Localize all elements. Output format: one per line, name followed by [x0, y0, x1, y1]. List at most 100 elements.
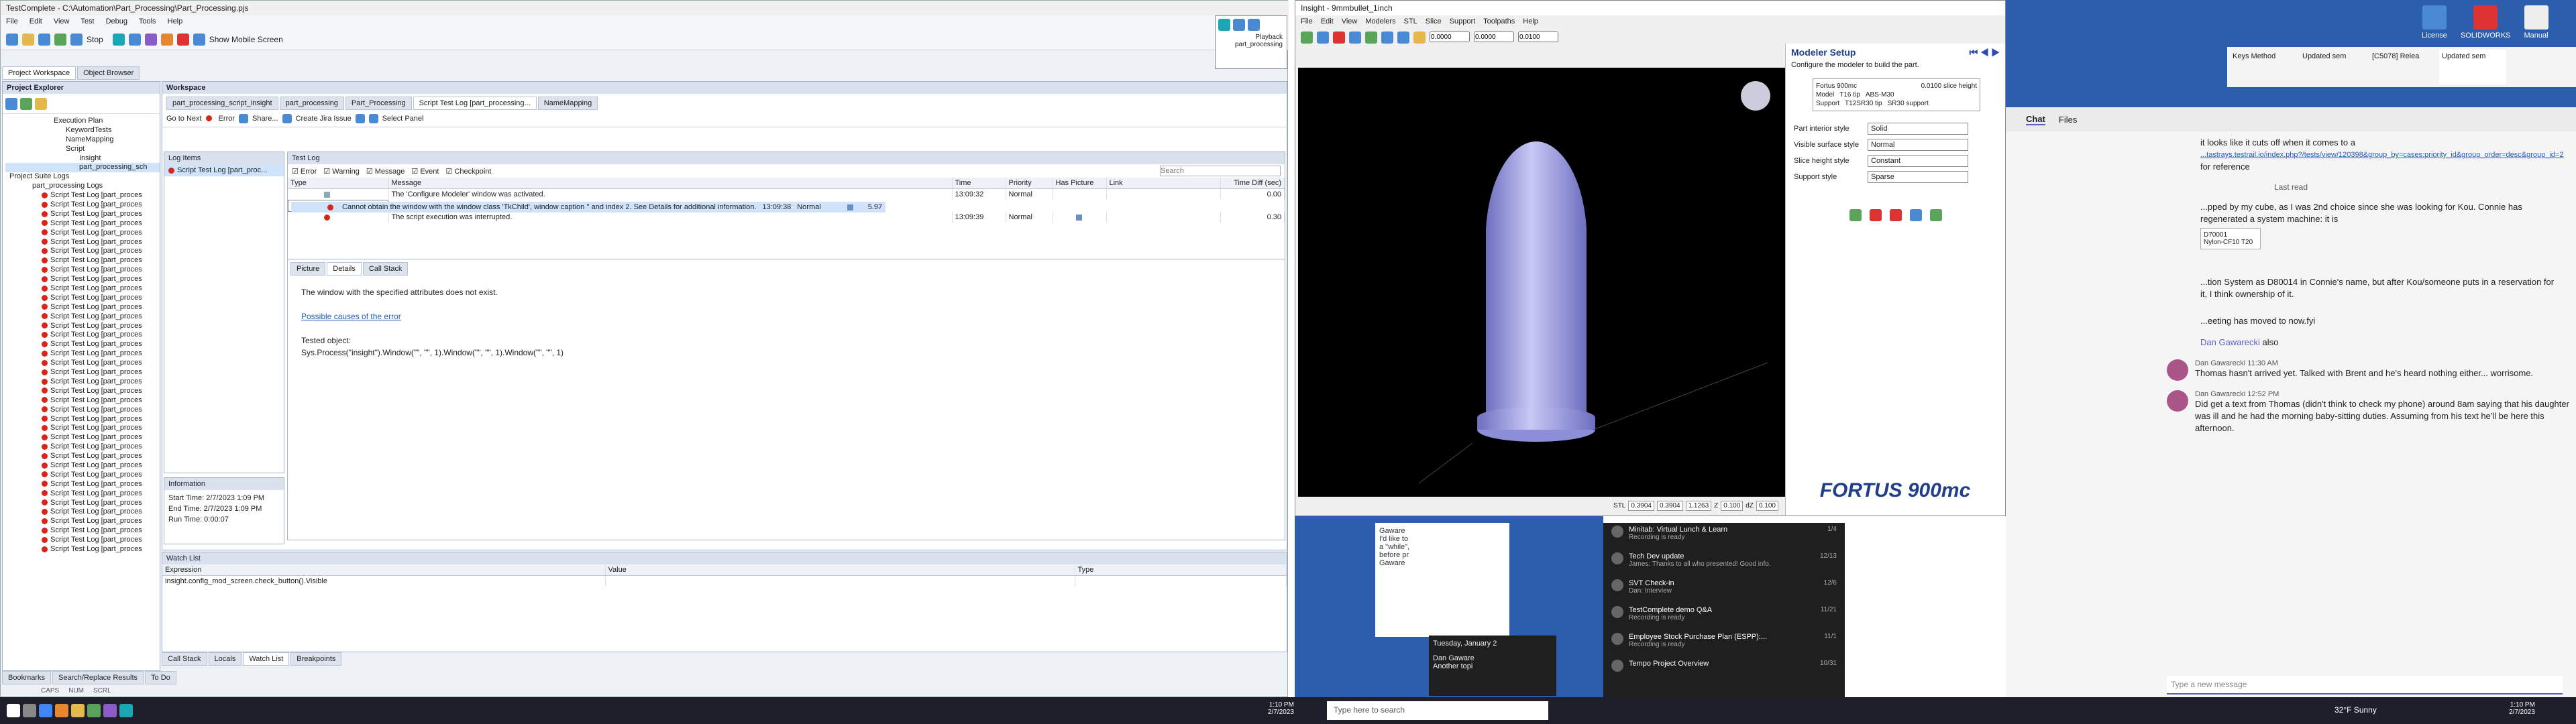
modeler-icon[interactable]: [1849, 209, 1862, 221]
menu-slice[interactable]: Slice: [1426, 17, 1442, 27]
message-link[interactable]: ...tastrays.testrail.io/index.php?/tests…: [2200, 149, 2576, 161]
tree-item[interactable]: Script Test Log [part_proces: [5, 349, 160, 359]
file-explorer-icon[interactable]: [71, 704, 85, 717]
taskbar-search-input[interactable]: Type here to search: [1327, 701, 1548, 720]
log-item-row[interactable]: Script Test Log [part_proc...: [164, 164, 284, 176]
chat-item[interactable]: Employee Stock Purchase Plan (ESPP):... R…: [1611, 633, 1837, 660]
tree-item[interactable]: Script: [5, 145, 160, 154]
col-value[interactable]: Value: [605, 564, 1075, 576]
sender[interactable]: Dan Gaware: [1433, 654, 1552, 662]
tree-item[interactable]: Script Test Log [part_proces: [5, 480, 160, 489]
chat-item[interactable]: Tech Dev update James: Thanks to all who …: [1611, 552, 1837, 579]
tab-namemapping[interactable]: NameMapping: [537, 97, 598, 110]
dz-value[interactable]: 0.100: [1756, 500, 1778, 511]
browser-tab[interactable]: Keys Method: [2230, 50, 2297, 84]
tab-part-processing-2[interactable]: Part_Processing: [345, 97, 412, 110]
task-view-icon[interactable]: [23, 704, 36, 717]
nav-arrows-icon[interactable]: ⏮ ◀ ▶: [1970, 47, 2000, 58]
tree-item[interactable]: Script Test Log [part_proces: [5, 526, 160, 536]
possible-causes-link[interactable]: Possible causes of the error: [301, 310, 1271, 322]
view-icon[interactable]: [1413, 32, 1426, 44]
tree-item[interactable]: Script Test Log [part_proces: [5, 489, 160, 499]
table-row[interactable]: The 'Configure Modeler' window was activ…: [288, 188, 1285, 200]
tab-watch-list[interactable]: Watch List: [243, 652, 290, 666]
testcomplete-icon[interactable]: [119, 704, 133, 717]
tree-item[interactable]: Script Test Log [part_proces: [5, 442, 160, 452]
tree-item[interactable]: Script Test Log [part_proces: [5, 210, 160, 219]
stl-icon[interactable]: [1317, 32, 1329, 44]
firefox-icon[interactable]: [55, 704, 68, 717]
tree-item[interactable]: NameMapping: [5, 135, 160, 145]
open-icon[interactable]: [22, 33, 34, 46]
tree-item[interactable]: Script Test Log [part_proces: [5, 517, 160, 526]
table-row[interactable]: Cannot obtain the window with the window…: [288, 200, 886, 213]
slice-icon[interactable]: [1869, 209, 1882, 221]
stop-icon[interactable]: [70, 33, 83, 46]
tree-item[interactable]: Script Test Log [part_proces: [5, 452, 160, 461]
desktop-icon-solidworks[interactable]: SOLIDWORKS: [2461, 5, 2511, 40]
filter-warning[interactable]: ☑ Warning: [323, 167, 359, 176]
tree-item[interactable]: Script Test Log [part_proces: [5, 461, 160, 471]
tree-item[interactable]: Script Test Log [part_proces: [5, 284, 160, 294]
record-icon[interactable]: [112, 33, 125, 46]
desktop-icon-license[interactable]: License: [2422, 5, 2447, 40]
desktop-icon-manual[interactable]: Manual: [2524, 5, 2548, 40]
col-message[interactable]: Message: [388, 178, 953, 189]
y-field[interactable]: [1474, 32, 1514, 42]
keyword-icon[interactable]: [160, 33, 173, 46]
tree-item[interactable]: Script Test Log [part_proces: [5, 238, 160, 247]
tree-item[interactable]: Script Test Log [part_proces: [5, 303, 160, 312]
menu-debug[interactable]: Debug: [106, 17, 127, 25]
tree-item[interactable]: Script Test Log [part_proces: [5, 396, 160, 406]
chat-item[interactable]: TestComplete demo Q&A Recording is ready 1…: [1611, 606, 1837, 633]
modeler-icon[interactable]: [1301, 32, 1313, 44]
menu-stl[interactable]: STL: [1404, 17, 1417, 27]
tree-item[interactable]: Script Test Log [part_proces: [5, 330, 160, 340]
tree-toolbar-icon[interactable]: [5, 98, 17, 110]
teams-icon[interactable]: [103, 704, 117, 717]
tree-item[interactable]: part_processing Logs: [5, 182, 160, 191]
navigate-forward-icon[interactable]: [368, 113, 378, 123]
chat-item[interactable]: Tempo Project Overview 10/31: [1611, 660, 1837, 680]
tree-item[interactable]: Script Test Log [part_proces: [5, 322, 160, 331]
tree-item[interactable]: Script Test Log [part_proces: [5, 536, 160, 545]
tree-item[interactable]: Script Test Log [part_proces: [5, 471, 160, 480]
create-jira-issue-button[interactable]: Create Jira Issue: [296, 115, 352, 123]
tree-item[interactable]: Project Suite Logs: [5, 172, 160, 182]
tab-picture[interactable]: Picture: [290, 262, 326, 276]
col-link[interactable]: Link: [1106, 178, 1221, 189]
tab-details[interactable]: Details: [327, 262, 362, 276]
table-row[interactable]: insight.config_mod_screen.check_button()…: [162, 575, 1287, 587]
col-priority[interactable]: Priority: [1006, 178, 1053, 189]
tab-todo[interactable]: To Do: [145, 671, 176, 684]
tab-chat[interactable]: Chat: [2026, 114, 2045, 125]
mention[interactable]: Dan Gawarecki: [2200, 337, 2260, 347]
menu-support[interactable]: Support: [1450, 17, 1476, 27]
select-panel-button[interactable]: Select Panel: [382, 115, 424, 123]
zoom-in-icon[interactable]: [1381, 32, 1393, 44]
col-type[interactable]: Type: [1075, 564, 1287, 576]
tree-item[interactable]: Script Test Log [part_proces: [5, 229, 160, 238]
tab-breakpoints[interactable]: Breakpoints: [290, 652, 342, 666]
filter-checkpoint[interactable]: ☑ Checkpoint: [445, 167, 491, 176]
visible-surface-select[interactable]: Normal: [1868, 139, 1968, 151]
tree-item[interactable]: Script Test Log [part_proces: [5, 377, 160, 387]
menu-test[interactable]: Test: [80, 17, 94, 25]
col-time[interactable]: Time: [952, 178, 1006, 189]
tree-item[interactable]: Script Test Log [part_proces: [5, 200, 160, 210]
tab-script-test-log[interactable]: Script Test Log [part_processing...: [413, 97, 537, 110]
tab-files[interactable]: Files: [2059, 115, 2077, 125]
tree-item[interactable]: Insight: [5, 154, 160, 164]
go-to-next-button[interactable]: Go to Next: [166, 115, 202, 123]
tree-item[interactable]: Script Test Log [part_proces: [5, 275, 160, 284]
tree-item[interactable]: Script Test Log [part_proces: [5, 265, 160, 275]
tree-item[interactable]: Script Test Log [part_proces: [5, 219, 160, 229]
save-icon[interactable]: [38, 33, 50, 46]
menu-view[interactable]: View: [54, 17, 70, 25]
menu-edit[interactable]: Edit: [1321, 17, 1334, 27]
menu-modelers[interactable]: Modelers: [1365, 17, 1395, 27]
tab-call-stack-bottom[interactable]: Call Stack: [162, 652, 207, 666]
browser-tab[interactable]: Updated sem: [2439, 50, 2506, 84]
toolpath-icon[interactable]: [1909, 209, 1922, 221]
tree-item[interactable]: Script Test Log [part_proces: [5, 415, 160, 424]
